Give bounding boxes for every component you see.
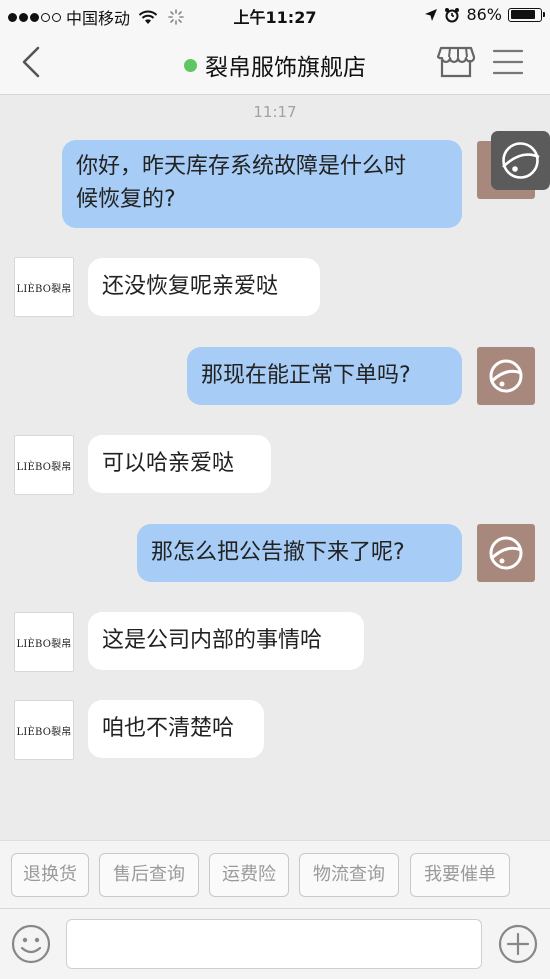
status-bar: 中国移动 上午11:27 86% <box>0 0 550 30</box>
shop-avatar-label: LIÈBO裂帛 <box>16 283 72 295</box>
emoji-button[interactable] <box>10 923 52 965</box>
quick-reply-return[interactable]: 退换货 <box>11 853 89 897</box>
message-text: 候恢复的? <box>76 187 176 212</box>
quick-reply-urge-order[interactable]: 我要催单 <box>410 853 510 897</box>
menu-lines-icon <box>492 49 524 75</box>
message-bubble-incoming[interactable]: 还没恢复呢亲爱哒 <box>88 258 320 316</box>
message-text: 那现在能正常下单吗? <box>201 363 411 388</box>
floating-assistive-button[interactable] <box>491 131 550 190</box>
message-bubble-incoming[interactable]: 可以哈亲爱哒 <box>88 435 271 493</box>
battery-icon <box>508 7 545 22</box>
shop-avatar-label: LIÈBO裂帛 <box>16 461 72 473</box>
message-timestamp: 11:17 <box>253 103 297 121</box>
message-text: 还没恢复呢亲爱哒 <box>102 274 279 299</box>
menu-button[interactable] <box>492 46 524 78</box>
shop-icon <box>436 46 476 78</box>
message-bubble-outgoing[interactable]: 那现在能正常下单吗? <box>187 347 462 405</box>
plus-button[interactable] <box>497 923 539 965</box>
message-bubble-incoming[interactable]: 咱也不清楚哈 <box>88 700 264 758</box>
message-bubble-incoming[interactable]: 这是公司内部的事情哈 <box>88 612 364 670</box>
plus-icon <box>498 924 538 964</box>
message-text: 可以哈亲爱哒 <box>102 451 235 476</box>
message-text: 咱也不清楚哈 <box>102 716 235 741</box>
quick-reply-bar: 退换货 售后查询 运费险 物流查询 我要催单 <box>0 840 550 909</box>
message-bubble-outgoing[interactable]: 你好，昨天库存系统故障是什么时 候恢复的? <box>62 140 462 228</box>
message-text: 那怎么把公告撤下来了呢? <box>151 540 405 565</box>
shop-name: 裂帛服饰旗舰店 <box>205 55 366 81</box>
quick-reply-logistics[interactable]: 物流查询 <box>299 853 399 897</box>
avatar-logo-icon <box>489 359 523 393</box>
shop-avatar-label: LIÈBO裂帛 <box>16 638 72 650</box>
status-right: 86% <box>424 5 545 24</box>
online-status-dot <box>184 59 197 72</box>
shop-button[interactable] <box>436 44 476 80</box>
user-avatar[interactable] <box>477 347 535 405</box>
input-bar <box>0 908 550 979</box>
shop-avatar[interactable]: LIÈBO裂帛 <box>14 257 74 317</box>
message-text: 这是公司内部的事情哈 <box>102 628 323 653</box>
nav-bar: 裂帛服饰旗舰店 <box>0 30 550 95</box>
assistive-touch-icon <box>502 142 540 179</box>
message-input[interactable] <box>66 919 482 969</box>
shop-avatar[interactable]: LIÈBO裂帛 <box>14 700 74 760</box>
quick-reply-after-sales[interactable]: 售后查询 <box>99 853 199 897</box>
shop-avatar-label: LIÈBO裂帛 <box>16 726 72 738</box>
user-avatar[interactable] <box>477 524 535 582</box>
location-arrow-icon <box>425 8 438 21</box>
quick-reply-shipping-insurance[interactable]: 运费险 <box>209 853 289 897</box>
alarm-clock-icon <box>445 7 460 22</box>
message-bubble-outgoing[interactable]: 那怎么把公告撤下来了呢? <box>137 524 462 582</box>
avatar-logo-icon <box>489 536 523 570</box>
shop-avatar[interactable]: LIÈBO裂帛 <box>14 435 74 495</box>
emoji-icon <box>11 924 51 964</box>
message-text: 你好，昨天库存系统故障是什么时 <box>76 154 407 179</box>
shop-avatar[interactable]: LIÈBO裂帛 <box>14 612 74 672</box>
chat-area[interactable]: 11:17 你好，昨天库存系统故障是什么时 候恢复的? LIÈBO裂帛 还没恢复… <box>0 95 550 840</box>
battery-fill <box>510 10 536 19</box>
battery-percent: 86% <box>466 5 502 24</box>
